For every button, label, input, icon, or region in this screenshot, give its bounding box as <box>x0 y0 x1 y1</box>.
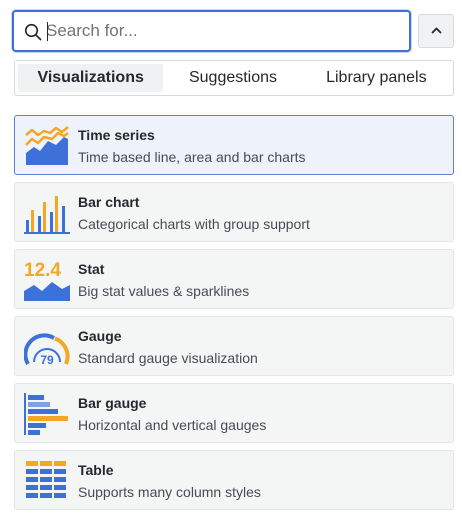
bar-gauge-icon <box>24 393 68 435</box>
text-cursor <box>47 22 48 41</box>
chevron-up-icon <box>431 27 442 34</box>
tab-bar: Visualizations Suggestions Library panel… <box>14 60 454 96</box>
tab-library-panels[interactable]: Library panels <box>303 64 450 92</box>
search-icon <box>24 23 42 41</box>
visualization-list: Time series Time based line, area and ba… <box>14 115 454 517</box>
viz-card-table[interactable]: Table Supports many column styles <box>14 450 454 510</box>
tab-suggestions[interactable]: Suggestions <box>163 64 302 92</box>
stat-icon-text: 12.4 <box>24 260 61 281</box>
search-input[interactable] <box>46 18 401 44</box>
viz-title: Time series <box>78 127 155 143</box>
viz-title: Bar chart <box>78 194 140 210</box>
viz-description: Supports many column styles <box>78 484 261 500</box>
viz-card-time-series[interactable]: Time series Time based line, area and ba… <box>14 115 454 175</box>
collapse-button[interactable] <box>418 14 454 48</box>
viz-card-gauge[interactable]: 79 Gauge Standard gauge visualization <box>14 316 454 376</box>
tab-visualizations[interactable]: Visualizations <box>18 64 164 92</box>
search-box[interactable] <box>12 10 411 52</box>
viz-card-bar-gauge[interactable]: Bar gauge Horizontal and vertical gauges <box>14 383 454 443</box>
viz-description: Horizontal and vertical gauges <box>78 417 267 433</box>
viz-description: Standard gauge visualization <box>78 350 258 366</box>
viz-title: Stat <box>78 261 105 277</box>
viz-description: Categorical charts with group support <box>78 216 310 232</box>
viz-title: Table <box>78 462 114 478</box>
viz-title: Bar gauge <box>78 395 147 411</box>
stat-icon: 12.4 <box>24 260 70 301</box>
viz-title: Gauge <box>78 328 122 344</box>
time-series-icon <box>25 126 69 165</box>
gauge-icon-text: 79 <box>40 353 54 367</box>
viz-card-bar-chart[interactable]: Bar chart Categorical charts with group … <box>14 182 454 242</box>
gauge-icon: 79 <box>24 333 70 367</box>
viz-card-stat[interactable]: 12.4 Stat Big stat values & sparklines <box>14 249 454 309</box>
viz-description: Time based line, area and bar charts <box>78 149 306 165</box>
table-icon <box>26 461 66 498</box>
bar-chart-icon <box>24 196 70 234</box>
search-row <box>12 10 456 54</box>
viz-description: Big stat values & sparklines <box>78 283 250 299</box>
